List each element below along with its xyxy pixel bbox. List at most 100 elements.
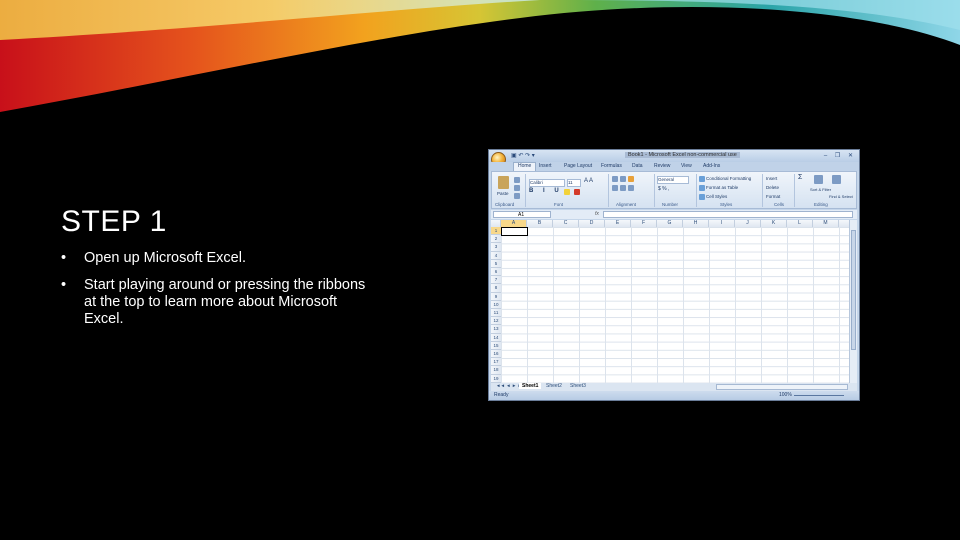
align-center-icon <box>620 185 626 191</box>
find-select-icon <box>832 175 841 184</box>
format-as-table-icon <box>699 185 705 191</box>
tab-view: View <box>681 163 692 169</box>
currency-percent-icons: $ % , <box>658 186 670 192</box>
group-styles: Styles <box>720 202 733 207</box>
group-divider <box>762 174 763 207</box>
format-painter-icon <box>514 193 520 199</box>
insert-cells-label: Insert <box>766 176 778 181</box>
ribbon-tabs: Home Insert Page Layout Formulas Data Re… <box>489 162 859 171</box>
cell-area <box>501 227 849 383</box>
conditional-formatting-icon <box>699 176 705 182</box>
excel-title-bar: ▣ ↶ ↷ ▾ Book1 - Microsoft Excel non-comm… <box>489 150 859 162</box>
group-alignment: Alignment <box>616 202 637 207</box>
column-header: I <box>709 220 735 227</box>
sheet-tabs-bar: ◄◄ ◄ ► ►► Sheet1 Sheet2 Sheet3 <box>491 383 857 391</box>
font-name-box: Calibri <box>529 179 565 187</box>
ribbon: Paste Clipboard Calibri 11 A A B I U Fon… <box>491 171 857 209</box>
row-header: 7 <box>491 276 501 285</box>
number-format-box: General <box>657 176 689 184</box>
group-cells: Cells <box>774 202 785 207</box>
format-cells-label: Format <box>766 194 781 199</box>
column-header: M <box>813 220 839 227</box>
tab-home: Home <box>513 162 537 171</box>
font-color-icon <box>574 189 580 195</box>
status-text: Ready <box>494 392 509 398</box>
row-header: 18 <box>491 366 501 375</box>
group-font: Font <box>554 202 564 207</box>
column-header: F <box>631 220 657 227</box>
tab-review: Review <box>654 163 671 169</box>
tab-insert: Insert <box>539 163 552 169</box>
group-divider <box>654 174 655 207</box>
zoom-level: 100% <box>779 392 792 398</box>
bullet-marker: • <box>61 277 67 293</box>
row-header: 1 <box>491 227 501 236</box>
row-header: 10 <box>491 301 501 309</box>
cell-styles-label: Cell Styles <box>706 194 728 199</box>
group-divider <box>696 174 697 207</box>
cell-styles-icon <box>699 194 705 200</box>
wrap-text-icon <box>628 176 634 182</box>
tab-page-layout: Page Layout <box>564 163 593 169</box>
tab-add-ins: Add-Ins <box>703 163 721 169</box>
excel-window-title: Book1 - Microsoft Excel non-commercial u… <box>625 152 740 158</box>
align-top-icon <box>612 176 618 182</box>
horizontal-scrollbar <box>716 384 848 390</box>
align-middle-icon <box>620 176 626 182</box>
row-header: 17 <box>491 358 501 367</box>
active-cell <box>501 227 528 236</box>
row-header: 2 <box>491 235 501 244</box>
sort-filter-icon <box>814 175 823 184</box>
bullet-list: • Open up Microsoft Excel. • Start playi… <box>61 250 366 338</box>
column-header: D <box>579 220 605 227</box>
sort-filter-label: Sort & Filter <box>810 187 832 192</box>
bullet-text: Open up Microsoft Excel. <box>84 250 246 266</box>
formula-bar-row: A1 fx <box>491 210 857 219</box>
bullet-item: • Start playing around or pressing the r… <box>61 277 366 328</box>
paste-icon <box>498 176 509 189</box>
bullet-item: • Open up Microsoft Excel. <box>61 250 366 267</box>
group-number: Number <box>662 202 679 207</box>
fill-color-icon <box>564 189 570 195</box>
tab-data: Data <box>632 163 643 169</box>
autosum-icon: Σ <box>798 174 803 181</box>
row-header: 3 <box>491 243 501 252</box>
window-controls: – ❐ ✕ <box>823 153 856 159</box>
sheet-tab-2: Sheet2 <box>546 383 562 389</box>
scroll-thumb <box>851 230 856 350</box>
row-header: 6 <box>491 268 501 277</box>
quick-access-toolbar: ▣ ↶ ↷ ▾ <box>511 153 535 159</box>
excel-screenshot: ▣ ↶ ↷ ▾ Book1 - Microsoft Excel non-comm… <box>488 149 860 401</box>
group-editing: Editing <box>814 202 828 207</box>
status-bar: Ready 100% <box>489 391 859 400</box>
formula-input <box>603 211 853 218</box>
font-size-box: 11 <box>567 179 581 187</box>
row-header: 14 <box>491 334 501 342</box>
row-header: 13 <box>491 325 501 334</box>
column-header: B <box>527 220 553 227</box>
column-header: E <box>605 220 631 227</box>
column-header: G <box>657 220 683 227</box>
zoom-slider <box>794 395 844 396</box>
copy-icon <box>514 185 520 191</box>
row-header: 19 <box>491 375 501 383</box>
group-divider <box>525 174 526 207</box>
slide-title: STEP 1 <box>61 205 167 238</box>
worksheet-grid: ABCDEFGHIJKLM 1 2 3 4 5 6 7 8 9 10 11 12 13 14 15 16 17 1… <box>491 220 849 383</box>
column-header: L <box>787 220 813 227</box>
row-header: 5 <box>491 260 501 268</box>
group-divider <box>608 174 609 207</box>
sheet-tab-1: Sheet1 <box>519 383 542 389</box>
row-header: 15 <box>491 342 501 350</box>
find-select-label: Find & Select <box>829 194 853 199</box>
group-clipboard: Clipboard <box>495 202 515 207</box>
paste-label: Paste <box>497 191 509 196</box>
tab-formulas: Formulas <box>601 163 622 169</box>
column-header: H <box>683 220 709 227</box>
column-header: J <box>735 220 761 227</box>
fx-icon: fx <box>595 211 599 217</box>
name-box: A1 <box>493 211 551 218</box>
row-header: 12 <box>491 317 501 326</box>
row-header: 11 <box>491 309 501 318</box>
grow-font-icon: A A <box>584 178 594 184</box>
